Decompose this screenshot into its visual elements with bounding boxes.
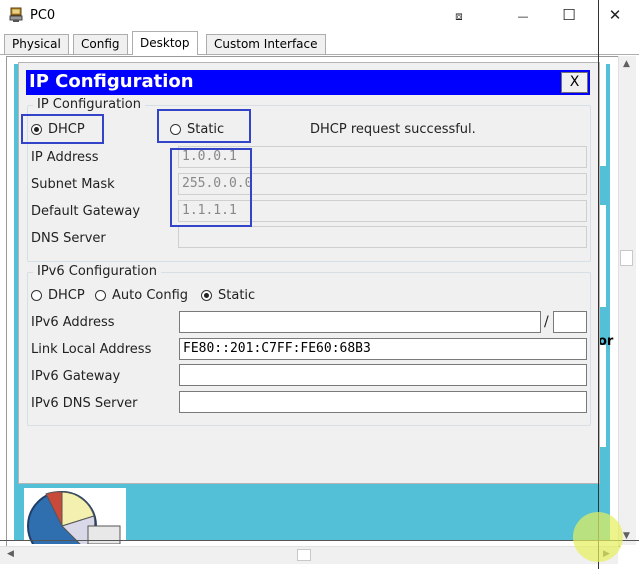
panel-close-button[interactable]: X xyxy=(561,72,588,93)
scroll-left-icon[interactable]: ◀ xyxy=(2,546,19,563)
prefix-separator: / xyxy=(544,314,549,330)
vertical-scroll-thumb[interactable] xyxy=(620,250,633,266)
close-icon: ✕ xyxy=(608,6,622,24)
guide-line-horizontal xyxy=(0,540,639,541)
ipv6-group-legend: IPv6 Configuration xyxy=(33,264,161,279)
ipv6-dns-server-label: IPv6 DNS Server xyxy=(31,396,138,411)
default-gateway-label: Default Gateway xyxy=(31,204,141,219)
link-local-address-field[interactable]: FE80::201:C7FF:FE60:68B3 xyxy=(179,338,587,360)
cursor-highlight xyxy=(573,512,623,562)
tab-custom-interface[interactable]: Custom Interface xyxy=(206,34,326,54)
ipv6-dns-server-field[interactable] xyxy=(179,391,587,413)
radio-unselected-icon xyxy=(31,290,42,301)
ipv6-gateway-label: IPv6 Gateway xyxy=(31,369,121,384)
dns-server-label: DNS Server xyxy=(31,231,106,246)
ipv6-gateway-field[interactable] xyxy=(179,364,587,386)
ipv6-auto-config-label: Auto Config xyxy=(112,288,189,303)
radio-unselected-icon xyxy=(95,290,106,301)
ipv6-dhcp-radio[interactable]: DHCP xyxy=(31,288,85,303)
radio-selected-icon xyxy=(201,290,212,301)
annotation-box-ip-values xyxy=(170,148,252,227)
subnet-mask-label: Subnet Mask xyxy=(31,177,115,192)
ipv6-dhcp-label: DHCP xyxy=(48,288,85,303)
dhcp-status-text: DHCP request successful. xyxy=(310,122,476,137)
ipv6-static-label: Static xyxy=(218,288,256,303)
guide-line-vertical xyxy=(598,0,599,569)
ipv4-group-legend: IP Configuration xyxy=(33,97,145,112)
maximize-button[interactable]: ☐ xyxy=(546,0,592,31)
pie-chart-app-icon[interactable] xyxy=(26,486,122,561)
pc-icon xyxy=(8,7,24,23)
tab-bar: Physical Config Desktop Custom Interface xyxy=(0,31,639,55)
tile-label-fragment: or xyxy=(598,334,614,349)
ipv6-prefix-field[interactable] xyxy=(553,311,587,333)
ipv6-address-label: IPv6 Address xyxy=(31,315,115,330)
ipv6-address-field[interactable] xyxy=(179,311,541,333)
tab-config[interactable]: Config xyxy=(73,34,128,54)
annotation-box-dhcp xyxy=(21,114,104,144)
ipv6-auto-config-radio[interactable]: Auto Config xyxy=(95,288,188,303)
restore-view-icon: ⧈ xyxy=(455,9,463,23)
horizontal-scroll-thumb[interactable] xyxy=(297,549,311,561)
tab-physical[interactable]: Physical xyxy=(4,34,69,54)
scroll-up-icon[interactable]: ▲ xyxy=(618,56,635,73)
restore-view-button[interactable]: ⧈ xyxy=(436,0,482,31)
ipv6-static-radio[interactable]: Static xyxy=(201,288,255,303)
vertical-scrollbar[interactable] xyxy=(618,56,636,545)
tab-desktop[interactable]: Desktop xyxy=(132,31,198,55)
annotation-box-static xyxy=(157,109,251,143)
ip-address-label: IP Address xyxy=(31,150,99,165)
panel-title: IP Configuration xyxy=(29,71,194,92)
maximize-icon: ☐ xyxy=(562,6,576,24)
window-title: PC0 xyxy=(30,8,56,23)
minimize-icon: — xyxy=(517,10,529,23)
minimize-button[interactable]: — xyxy=(500,0,546,31)
link-local-address-label: Link Local Address xyxy=(31,342,152,357)
dns-server-field[interactable] xyxy=(178,226,587,248)
